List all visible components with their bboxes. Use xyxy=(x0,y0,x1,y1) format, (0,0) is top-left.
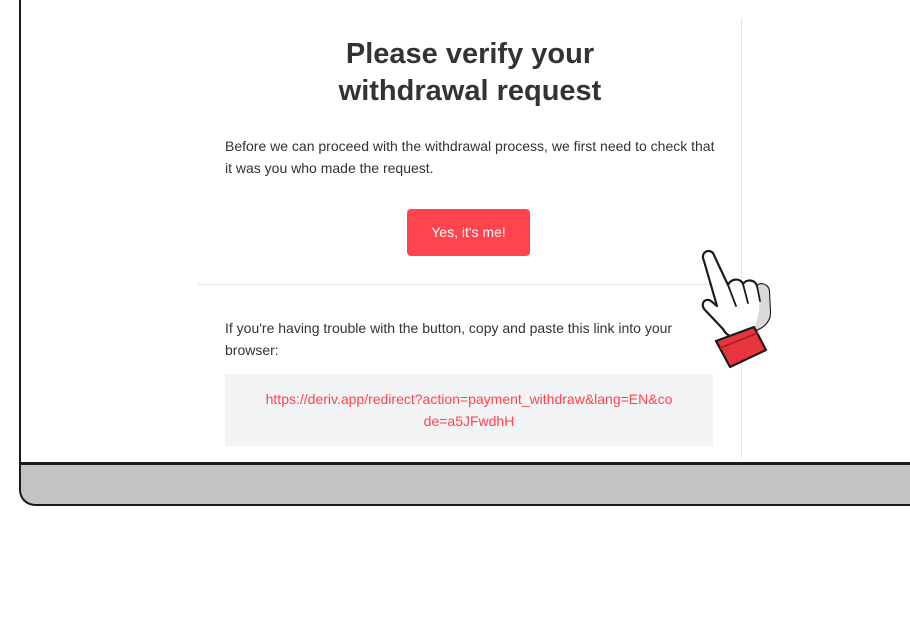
device-bezel xyxy=(19,463,910,506)
title-line-2: withdrawal request xyxy=(338,75,602,107)
confirm-button[interactable]: Yes, it's me! xyxy=(407,209,530,256)
link-box: https://deriv.app/redirect?action=paymen… xyxy=(225,374,713,446)
intro-text: Before we can proceed with the withdrawa… xyxy=(225,138,715,176)
pointing-hand-icon xyxy=(678,243,788,373)
verification-link[interactable]: https://deriv.app/redirect?action=paymen… xyxy=(266,391,673,429)
illustration: Please verify your withdrawal request Be… xyxy=(0,0,910,630)
divider xyxy=(198,284,742,285)
page-title: Please verify your withdrawal request xyxy=(198,36,742,110)
email-content: Please verify your withdrawal request Be… xyxy=(198,18,772,458)
trouble-text: If you're having trouble with the button… xyxy=(225,320,673,358)
bezel-edge xyxy=(19,462,910,465)
title-line-1: Please verify your xyxy=(345,38,595,70)
